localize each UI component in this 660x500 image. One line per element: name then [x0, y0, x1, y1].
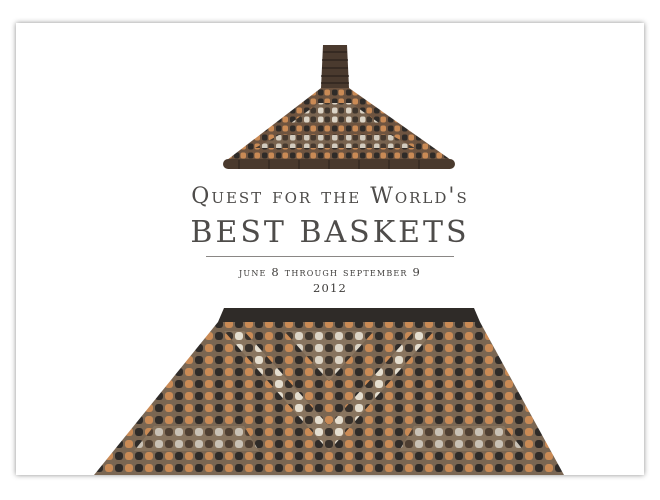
title-divider — [206, 256, 454, 257]
exhibit-poster: Quest for the World's BEST BASKETS june … — [16, 23, 644, 475]
exhibit-year: 2012 — [312, 281, 348, 295]
basket-lid-icon — [223, 45, 455, 169]
exhibit-title-line1: Quest for the World's — [191, 184, 469, 209]
exhibit-title-line2: BEST BASKETS — [190, 215, 470, 250]
exhibit-dates: june 8 through september 9 — [238, 265, 422, 279]
basket-base-icon — [94, 308, 564, 475]
